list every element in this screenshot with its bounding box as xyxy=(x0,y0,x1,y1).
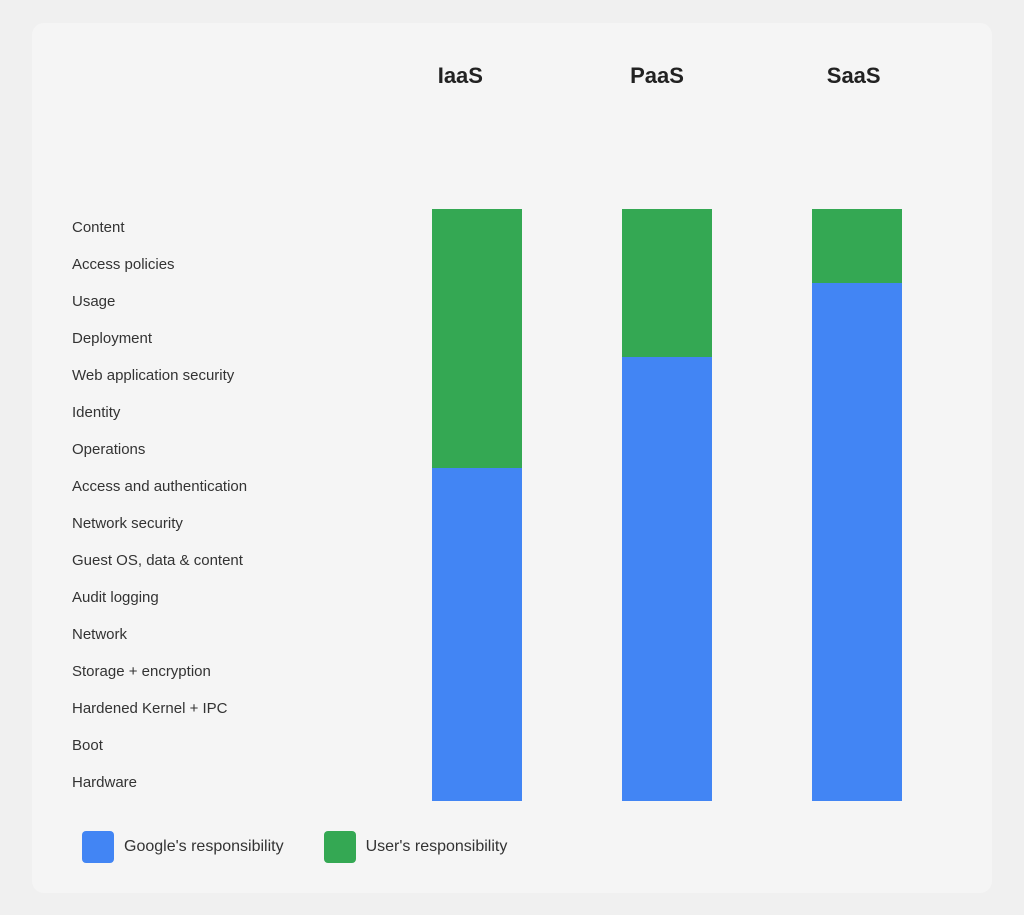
header-iaas: IaaS xyxy=(362,63,559,103)
legend: Google's responsibility User's responsib… xyxy=(72,831,952,863)
row-label-6: Operations xyxy=(72,431,362,468)
bar-google-segment-paas xyxy=(622,357,712,801)
row-label-11: Network xyxy=(72,616,362,653)
row-labels: ContentAccess policiesUsageDeploymentWeb… xyxy=(72,103,362,801)
row-label-12: Storage + encryption xyxy=(72,653,362,690)
bar-saas xyxy=(812,209,902,801)
row-label-0: Content xyxy=(72,209,362,246)
row-label-3: Deployment xyxy=(72,320,362,357)
bar-user-segment-paas xyxy=(622,209,712,357)
legend-user: User's responsibility xyxy=(324,831,508,863)
header-saas: SaaS xyxy=(755,63,952,103)
legend-google-label: Google's responsibility xyxy=(124,838,284,856)
header-paas: PaaS xyxy=(559,63,756,103)
column-headers: IaaS PaaS SaaS xyxy=(72,63,952,103)
legend-user-label: User's responsibility xyxy=(366,838,508,856)
row-label-4: Web application security xyxy=(72,357,362,394)
row-label-2: Usage xyxy=(72,283,362,320)
legend-swatch-green xyxy=(324,831,356,863)
bar-google-segment-iaas xyxy=(432,468,522,801)
row-label-5: Identity xyxy=(72,394,362,431)
bar-paas xyxy=(622,209,712,801)
bars-area xyxy=(362,103,952,801)
legend-google: Google's responsibility xyxy=(82,831,284,863)
bar-group-saas xyxy=(762,209,952,801)
chart-card: IaaS PaaS SaaS ContentAccess policiesUsa… xyxy=(32,23,992,893)
bar-google-segment-saas xyxy=(812,283,902,801)
bar-group-paas xyxy=(572,209,762,801)
legend-swatch-blue xyxy=(82,831,114,863)
bar-user-segment-iaas xyxy=(432,209,522,468)
row-label-15: Hardware xyxy=(72,764,362,801)
row-label-10: Audit logging xyxy=(72,579,362,616)
row-label-14: Boot xyxy=(72,727,362,764)
row-label-13: Hardened Kernel + IPC xyxy=(72,690,362,727)
row-label-8: Network security xyxy=(72,505,362,542)
bar-iaas xyxy=(432,209,522,801)
row-label-7: Access and authentication xyxy=(72,468,362,505)
chart-area: ContentAccess policiesUsageDeploymentWeb… xyxy=(72,103,952,801)
bar-user-segment-saas xyxy=(812,209,902,283)
row-label-9: Guest OS, data & content xyxy=(72,542,362,579)
bar-group-iaas xyxy=(382,209,572,801)
row-label-1: Access policies xyxy=(72,246,362,283)
